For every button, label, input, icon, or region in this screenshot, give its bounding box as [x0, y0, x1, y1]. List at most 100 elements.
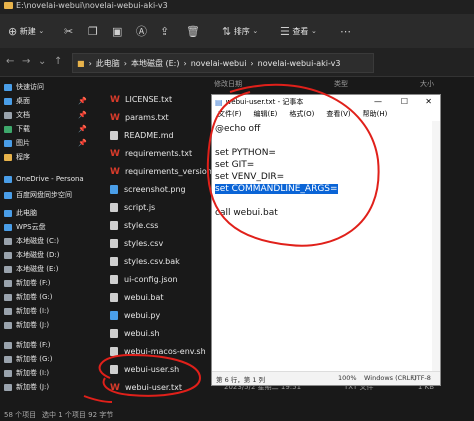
- copy-button[interactable]: ❐: [88, 14, 98, 48]
- menu-item[interactable]: 文件(F): [218, 110, 242, 118]
- sidebar-item-label: 图片: [16, 139, 30, 147]
- rename-button[interactable]: Ⓐ: [136, 14, 147, 48]
- recent-chevron-icon[interactable]: ⌄: [38, 56, 46, 67]
- text-line: [215, 135, 338, 147]
- file-icon: [110, 274, 118, 284]
- file-name: params.txt: [125, 112, 169, 122]
- sidebar-item[interactable]: 新加卷 (I:): [4, 366, 49, 380]
- sidebar-item[interactable]: 本地磁盘 (C:): [4, 234, 59, 248]
- file-name: screenshot.png: [124, 184, 186, 194]
- up-icon[interactable]: ↑: [54, 56, 62, 67]
- file-name: webui.py: [124, 310, 161, 320]
- breadcrumb-item[interactable]: 此电脑: [96, 58, 120, 69]
- sidebar-item[interactable]: 下载: [4, 122, 30, 136]
- sidebar-item[interactable]: 新加卷 (G:): [4, 352, 52, 366]
- drive-icon: [4, 251, 12, 259]
- share-button[interactable]: ⇪: [160, 14, 169, 48]
- minimize-icon[interactable]: —: [374, 97, 382, 106]
- sidebar-item[interactable]: 程序: [4, 150, 30, 164]
- sidebar-item-label: 本地磁盘 (E:): [16, 265, 59, 273]
- drive-icon: [4, 307, 12, 315]
- breadcrumb-sep: ›: [250, 58, 254, 68]
- drive-icon: [4, 369, 12, 377]
- line-text: set GIT=: [215, 160, 255, 170]
- breadcrumb-item[interactable]: novelai-webui-aki-v3: [258, 59, 341, 68]
- forward-icon[interactable]: →: [22, 56, 30, 67]
- sidebar-item[interactable]: 新加卷 (F:): [4, 338, 51, 352]
- notepad-icon: ▤: [215, 97, 223, 107]
- file-name: webui-user.txt: [125, 382, 182, 392]
- document-icon: [4, 111, 12, 119]
- wps-text-icon: W: [110, 166, 120, 177]
- sidebar-item[interactable]: 新加卷 (F:): [4, 276, 51, 290]
- pin-icon: 📌: [78, 125, 87, 133]
- line-text: set VENV_DIR=: [215, 172, 285, 182]
- sidebar-item[interactable]: 桌面: [4, 94, 30, 108]
- sidebar-item[interactable]: 本地磁盘 (E:): [4, 262, 58, 276]
- cut-button[interactable]: ✂: [64, 14, 73, 48]
- sidebar-item[interactable]: 本地磁盘 (D:): [4, 248, 59, 262]
- more-button[interactable]: ⋯: [340, 14, 351, 48]
- pin-icon: 📌: [78, 97, 87, 105]
- trash-icon: 🗑: [186, 24, 200, 38]
- delete-button[interactable]: 🗑: [186, 14, 200, 48]
- drive-icon: [4, 237, 12, 245]
- file-name: style.css: [124, 220, 159, 230]
- new-button[interactable]: ⊕ 新建 ⌄: [8, 14, 44, 48]
- column-type[interactable]: 类型: [334, 79, 348, 89]
- sidebar-item[interactable]: 新加卷 (J:): [4, 380, 49, 394]
- menu-item[interactable]: 格式(O): [289, 110, 314, 118]
- breadcrumb-sep: ›: [88, 58, 92, 68]
- sidebar-item[interactable]: 新加卷 (I:): [4, 304, 49, 318]
- desktop-icon: [4, 97, 12, 105]
- drive-icon: [4, 355, 12, 363]
- breadcrumb-item[interactable]: 本地磁盘 (E:): [131, 58, 180, 69]
- sidebar-item[interactable]: OneDrive - Persona: [4, 172, 84, 186]
- sidebar-item-label: 此电脑: [16, 209, 37, 217]
- file-icon: [110, 256, 118, 266]
- item-count: 58 个项目: [4, 411, 37, 419]
- column-size[interactable]: 大小: [420, 79, 434, 89]
- sidebar-item[interactable]: 快速访问: [4, 80, 44, 94]
- close-icon[interactable]: ✕: [425, 97, 432, 106]
- paste-button[interactable]: ▣: [112, 14, 122, 48]
- sidebar-item-label: 桌面: [16, 97, 30, 105]
- notepad-editor[interactable]: @echo off set PYTHON= set GIT= set VENV_DI…: [215, 123, 338, 219]
- maximize-icon[interactable]: ☐: [401, 97, 408, 106]
- view-icon: ☰: [280, 24, 290, 38]
- sidebar-item-label: 新加卷 (I:): [16, 369, 50, 377]
- menu-item[interactable]: 帮助(H): [363, 110, 388, 118]
- command-bar: ⊕ 新建 ⌄ ✂ ❐ ▣ Ⓐ ⇪ 🗑 ⇅ 排序 ⌄ ☰ 查看 ⌄ ⋯: [0, 14, 474, 48]
- sidebar-item[interactable]: 此电脑: [4, 206, 37, 220]
- address-bar[interactable]: ■ › 此电脑 › 本地磁盘 (E:) › novelai-webui › no…: [72, 53, 374, 73]
- sidebar-item[interactable]: 新加卷 (G:): [4, 290, 52, 304]
- sidebar-item[interactable]: 百度网盘同步空间: [4, 188, 72, 202]
- breadcrumb-item[interactable]: novelai-webui: [191, 59, 247, 68]
- address-bar-row: ← → ⌄ ↑ ■ › 此电脑 › 本地磁盘 (E:) › novelai-we…: [0, 48, 474, 77]
- back-icon[interactable]: ←: [6, 56, 14, 67]
- sidebar-item[interactable]: WPS云盘: [4, 220, 46, 234]
- chevron-down-icon: ⌄: [252, 27, 259, 35]
- sidebar-item-label: 下载: [16, 125, 30, 133]
- file-name: ui-config.json: [124, 274, 178, 284]
- text-line: [215, 195, 338, 207]
- drive-icon: [4, 265, 12, 273]
- scrollbar[interactable]: [432, 121, 440, 371]
- text-line: set PYTHON=: [215, 147, 338, 159]
- sidebar-item[interactable]: 图片: [4, 136, 30, 150]
- file-name: webui.sh: [124, 328, 160, 338]
- copy-icon: ❐: [88, 24, 98, 38]
- sort-button[interactable]: ⇅ 排序 ⌄: [222, 14, 258, 48]
- line-text: @echo off: [215, 124, 261, 134]
- menu-item[interactable]: 编辑(E): [254, 110, 278, 118]
- sidebar-item[interactable]: 新加卷 (J:): [4, 318, 49, 332]
- share-icon: ⇪: [160, 24, 170, 38]
- menu-item[interactable]: 查看(V): [326, 110, 350, 118]
- view-button[interactable]: ☰ 查看 ⌄: [280, 14, 317, 48]
- plus-icon: ⊕: [8, 24, 18, 38]
- column-modified[interactable]: 修改日期: [214, 79, 242, 89]
- cut-icon: ✂: [64, 24, 74, 38]
- sidebar-item[interactable]: 文档: [4, 108, 30, 122]
- line-text: set COMMANDLINE_ARGS=: [215, 184, 338, 194]
- folder-icon: [4, 2, 13, 9]
